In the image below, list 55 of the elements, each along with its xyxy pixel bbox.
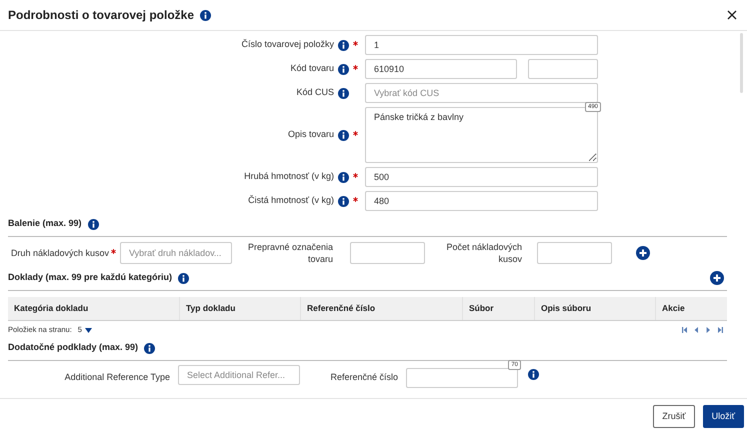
input-field[interactable]: 480	[365, 191, 598, 211]
info-icon[interactable]	[88, 218, 99, 230]
input-field[interactable]: 610910	[365, 59, 517, 79]
column-header: Akcie	[655, 297, 727, 320]
input-field[interactable]	[528, 59, 598, 79]
info-icon[interactable]	[338, 196, 349, 206]
input-field[interactable]	[406, 368, 518, 388]
caret-icon	[84, 328, 92, 332]
input-field[interactable]	[350, 242, 425, 264]
section-title: Dodatočné podklady (max. 99)	[8, 341, 138, 354]
info-icon[interactable]	[338, 88, 349, 98]
column-header: Súbor	[462, 297, 534, 320]
scrollbar[interactable]	[740, 33, 743, 93]
input-field[interactable]: Vybrať kód CUS	[365, 83, 598, 103]
input-field[interactable]: 1	[365, 35, 598, 55]
info-icon[interactable]	[338, 130, 349, 140]
column-header: Typ dokladu	[179, 297, 300, 320]
field-label: Hrubá hmotnosť (v kg)	[244, 170, 334, 184]
field-label: Kód tovaru	[290, 62, 334, 76]
info-icon[interactable]	[200, 10, 212, 20]
last-page-icon[interactable]	[718, 327, 723, 333]
column-header: Referenčné číslo	[300, 297, 462, 320]
field-label: Referenčné číslo	[329, 371, 399, 384]
field-label: Počet nákladových kusov	[445, 241, 522, 265]
field-label: Kód CUS	[296, 86, 334, 100]
field-label: Číslo tovarovej položky	[241, 38, 334, 52]
input-field[interactable]	[537, 242, 612, 264]
cancel-button[interactable]: Zrušiť	[653, 405, 695, 428]
info-icon[interactable]	[178, 272, 190, 284]
save-button[interactable]: Uložiť	[702, 405, 744, 428]
info-icon[interactable]	[338, 40, 349, 50]
column-header: Kategória dokladu	[13, 302, 90, 316]
add-button[interactable]	[636, 246, 650, 260]
text-area[interactable]: Pánske tričká z bavlny	[365, 107, 598, 163]
dialog-title: Podrobnosti o tovarovej položke	[8, 7, 194, 24]
field-label: Prepravné označenia tovaru	[246, 241, 333, 265]
info-icon[interactable]	[528, 369, 539, 380]
next-page-icon[interactable]	[706, 327, 711, 333]
previous-page-icon[interactable]	[694, 327, 699, 333]
section-title: Doklady (max. 99 pre každú kategóriu)	[8, 271, 172, 284]
input-field[interactable]: 500	[365, 167, 598, 187]
info-icon[interactable]	[144, 342, 156, 354]
field-label: Čistá hmotnosť (v kg)	[248, 194, 334, 208]
input-field[interactable]: Select Additional Refer...	[178, 365, 300, 385]
info-icon[interactable]	[338, 172, 349, 182]
field-label: Additional Reference Type	[64, 371, 171, 384]
field-label: Opis tovaru	[288, 128, 334, 142]
column-header: Opis súboru	[534, 297, 655, 320]
section-title: Balenie (max. 99)	[8, 217, 82, 230]
info-icon[interactable]	[338, 64, 349, 74]
input-field[interactable]: Vybrať druh nákladov...	[120, 242, 232, 264]
first-page-icon[interactable]	[682, 327, 687, 333]
add-button[interactable]	[710, 271, 724, 285]
close-icon[interactable]	[727, 10, 737, 20]
field-label: Druh nákladových kusov	[10, 247, 109, 259]
